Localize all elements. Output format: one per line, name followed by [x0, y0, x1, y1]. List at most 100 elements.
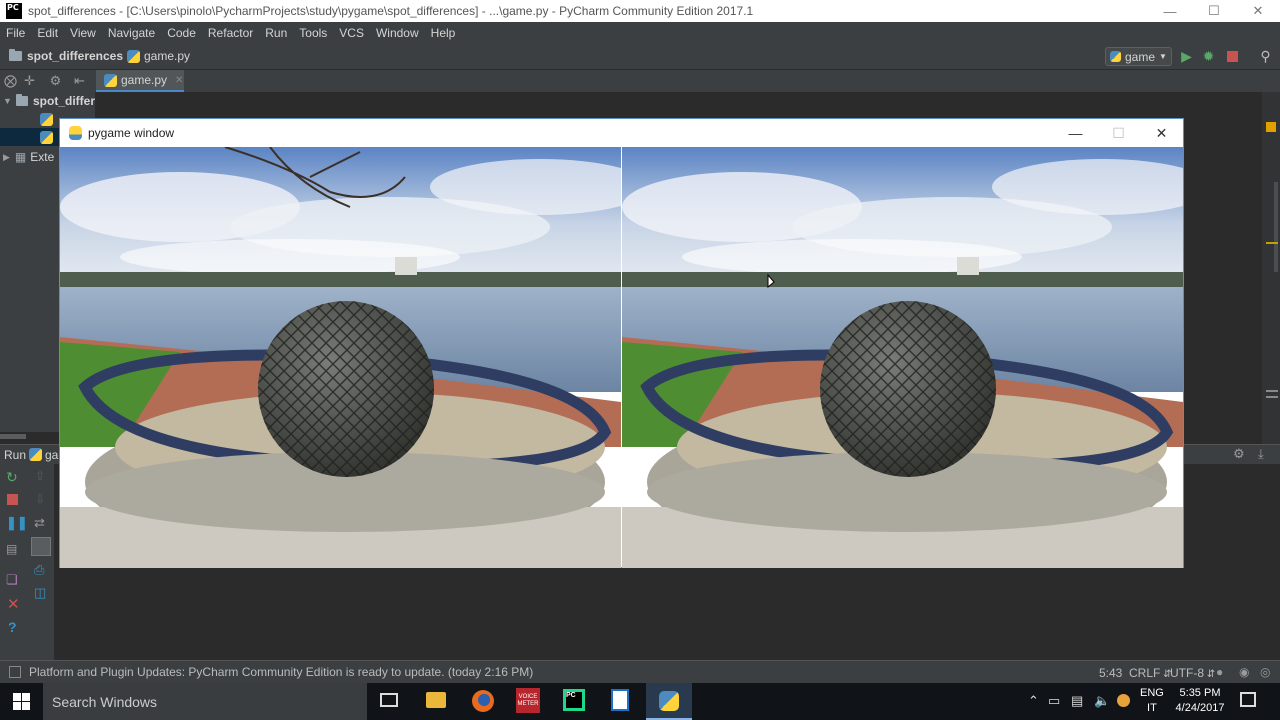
panel-scrollbar[interactable] — [0, 434, 26, 439]
close-icon[interactable]: ✕ — [1236, 0, 1280, 22]
menu-run[interactable]: Run — [259, 26, 293, 40]
print-icon[interactable]: ⎙ — [34, 562, 44, 578]
tree-root[interactable]: ▼ spot_differ — [0, 92, 95, 110]
menu-file[interactable]: File — [0, 26, 31, 40]
caret-position[interactable]: 5:43 — [1099, 666, 1122, 680]
event-log-icon[interactable]: ◎ — [1260, 665, 1270, 679]
collapse-icon[interactable]: ✛ — [22, 73, 37, 88]
menu-edit[interactable]: Edit — [31, 26, 64, 40]
up-arrow-icon[interactable]: ⇧ — [35, 469, 45, 483]
python-icon — [659, 691, 679, 711]
breadcrumb-project[interactable]: spot_differences — [9, 49, 123, 63]
breadcrumb-file[interactable]: game.py — [127, 49, 190, 63]
pygame-taskbar-button[interactable] — [646, 683, 692, 720]
line-separator[interactable]: CRLF ⇵ — [1129, 666, 1172, 680]
marker-icon — [1266, 390, 1278, 392]
gear-icon[interactable]: ⚙ — [1233, 446, 1245, 462]
maximize-icon[interactable]: ☐ — [1192, 0, 1236, 22]
settings-circle-icon[interactable]: ⨂ — [3, 73, 18, 88]
voicemeeter-icon[interactable]: VOICE METER — [516, 688, 540, 713]
close-tab-icon[interactable]: ✕ — [175, 75, 183, 86]
file-explorer-icon[interactable] — [426, 692, 446, 708]
firefox-icon[interactable] — [472, 690, 494, 712]
gear-icon[interactable]: ⚙ — [48, 73, 63, 88]
chevron-down-icon: ▼ — [1159, 52, 1167, 61]
help-icon[interactable]: ? — [8, 619, 17, 635]
down-arrow-icon[interactable]: ⇩ — [35, 492, 45, 506]
menu-help[interactable]: Help — [425, 26, 462, 40]
folder-icon — [9, 49, 22, 61]
hide-panel-icon[interactable]: ⤓ — [1258, 446, 1264, 462]
clock[interactable]: 5:35 PM 4/24/2017 — [1170, 686, 1230, 716]
debug-icon[interactable]: ✹ — [1201, 48, 1216, 64]
minimize-icon[interactable]: — — [1054, 119, 1097, 147]
file-encoding[interactable]: UTF-8 ⇵ — [1170, 666, 1215, 680]
pygame-window[interactable]: pygame window — ☐ ✕ — [59, 118, 1184, 568]
run-config-tab-label[interactable]: ga — [45, 448, 58, 462]
pygame-title-bar[interactable]: pygame window — ☐ ✕ — [60, 119, 1183, 147]
network-icon[interactable]: ▤ — [1071, 693, 1083, 709]
layout-icon[interactable]: ▤ — [6, 542, 17, 556]
clock-time: 5:35 PM — [1179, 687, 1221, 699]
menu-window[interactable]: Window — [370, 26, 425, 40]
task-view-icon[interactable] — [380, 693, 398, 707]
menu-navigate[interactable]: Navigate — [102, 26, 161, 40]
menu-code[interactable]: Code — [161, 26, 202, 40]
menu-refactor[interactable]: Refactor — [202, 26, 259, 40]
run-icon[interactable]: ▶ — [1179, 48, 1194, 64]
chevron-up-icon[interactable]: ⌃ — [1028, 693, 1039, 709]
library-icon: ▦ — [14, 150, 27, 164]
menu-view[interactable]: View — [64, 26, 102, 40]
rerun-icon[interactable]: ↻ — [6, 469, 18, 486]
wrap-icon[interactable]: ⇄ — [34, 515, 45, 531]
minimize-icon[interactable]: — — [1148, 0, 1192, 22]
breadcrumb-file-label: game.py — [144, 49, 191, 63]
globe-scene-left — [60, 147, 621, 568]
line-separator-label: CRLF — [1129, 666, 1161, 680]
hide-panel-icon[interactable]: ⇤ — [72, 73, 87, 88]
windows-start-icon[interactable] — [13, 693, 30, 710]
search-icon[interactable]: ⚲ — [1258, 48, 1273, 64]
left-picture[interactable] — [60, 147, 621, 568]
app-tray-icon[interactable] — [1117, 694, 1130, 707]
language-primary: ENG — [1140, 687, 1164, 699]
action-center-icon[interactable] — [1240, 692, 1256, 707]
language-secondary: IT — [1147, 702, 1157, 714]
menu-bar: File Edit View Navigate Code Refactor Ru… — [0, 22, 1280, 43]
stop-icon[interactable] — [7, 494, 18, 505]
volume-icon[interactable]: 🔈 — [1094, 693, 1110, 709]
tab-game-py[interactable]: game.py ✕ — [96, 70, 184, 92]
windows-taskbar: Search Windows VOICE METER PC ⌃ ▭ ▤ 🔈 EN… — [0, 683, 1280, 720]
lock-icon[interactable]: ● — [1216, 665, 1223, 679]
editor-scrollbar[interactable] — [1274, 182, 1278, 272]
scroll-to-end-icon[interactable] — [31, 537, 51, 556]
pause-icon[interactable]: ❚❚ — [6, 515, 28, 531]
navigation-bar: spot_differences game.py game ▼ ▶ ✹ ⚲ — [0, 43, 1280, 70]
maximize-icon[interactable]: ☐ — [1097, 119, 1140, 147]
python-file-icon — [104, 73, 117, 87]
right-picture[interactable] — [622, 147, 1183, 568]
close-icon[interactable]: ✕ — [7, 595, 20, 613]
inspector-icon[interactable]: ◉ — [1239, 665, 1249, 679]
clock-date: 4/24/2017 — [1175, 702, 1225, 714]
menu-tools[interactable]: Tools — [293, 26, 333, 40]
close-icon[interactable]: ✕ — [1140, 119, 1183, 147]
pin-icon[interactable]: ❏ — [6, 572, 18, 588]
warning-marker-icon[interactable] — [1266, 122, 1276, 132]
pycharm-taskbar-icon[interactable]: PC — [563, 689, 585, 711]
python-config-icon — [1110, 51, 1121, 62]
search-windows-box[interactable]: Search Windows — [43, 683, 367, 720]
menu-vcs[interactable]: VCS — [333, 26, 370, 40]
run-config-select[interactable]: game ▼ — [1105, 47, 1172, 66]
status-message[interactable]: Platform and Plugin Updates: PyCharm Com… — [29, 665, 533, 679]
toggle-panel-icon[interactable] — [9, 666, 21, 678]
language-indicator[interactable]: ENG IT — [1140, 686, 1164, 716]
trash-icon[interactable]: ◫ — [34, 585, 46, 601]
expand-arrow-icon: ▼ — [3, 96, 12, 106]
battery-icon[interactable]: ▭ — [1048, 693, 1060, 709]
stop-icon[interactable] — [1225, 49, 1240, 64]
tree-root-label: spot_differ — [32, 94, 95, 108]
pycharm-logo-icon: PC — [6, 3, 22, 19]
document-icon[interactable] — [611, 689, 629, 711]
python-file-icon — [40, 130, 53, 144]
